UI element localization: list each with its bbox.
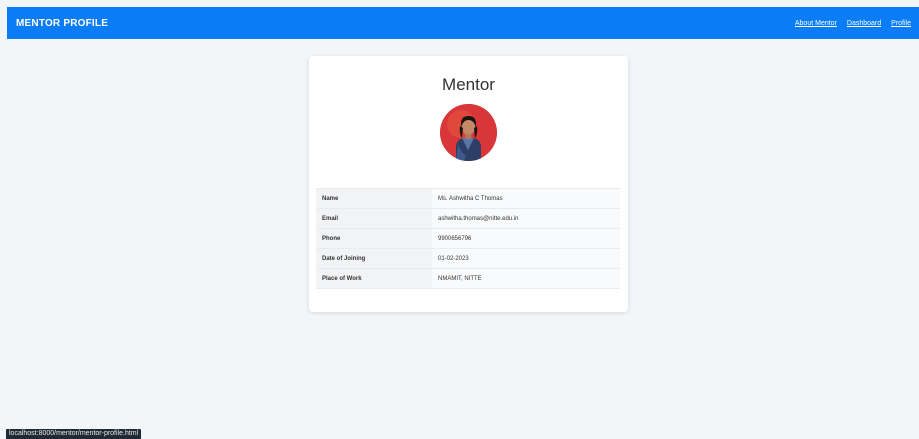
- row-label: Date of Joining: [316, 248, 432, 269]
- row-label: Name: [316, 188, 432, 209]
- row-value: NMAMIT, NITTE: [432, 268, 620, 289]
- card-title: Mentor: [442, 75, 495, 94]
- nav-link-dashboard[interactable]: Dashboard: [847, 20, 881, 27]
- table-row: Phone 9900656796: [316, 228, 620, 249]
- avatar: [440, 104, 497, 161]
- browser-status-url: localhost:8000/mentor/mentor-profile.htm…: [6, 429, 142, 439]
- row-label: Phone: [316, 228, 432, 249]
- table-row: Date of Joining 01-02-2023: [316, 248, 620, 269]
- row-label: Place of Work: [316, 268, 432, 289]
- mentor-profile-card: Mentor Name Ms. Ashwitha C Thomas Email …: [309, 56, 628, 312]
- table-row: Place of Work NMAMIT, NITTE: [316, 268, 620, 289]
- row-value: ashwitha.thomas@nitte.edu.in: [432, 208, 620, 229]
- table-row: Name Ms. Ashwitha C Thomas: [316, 188, 620, 209]
- nav-link-about-mentor[interactable]: About Mentor: [795, 20, 837, 27]
- row-label: Email: [316, 208, 432, 229]
- table-row: Email ashwitha.thomas@nitte.edu.in: [316, 208, 620, 229]
- row-value: Ms. Ashwitha C Thomas: [432, 188, 620, 209]
- nav-links: About Mentor Dashboard Profile: [795, 20, 911, 27]
- top-navbar: MENTOR PROFILE About Mentor Dashboard Pr…: [7, 7, 919, 39]
- mentor-photo: [440, 104, 497, 161]
- nav-link-profile[interactable]: Profile: [891, 20, 911, 27]
- mentor-details-table: Name Ms. Ashwitha C Thomas Email ashwith…: [316, 188, 620, 289]
- row-value: 9900656796: [432, 228, 620, 249]
- brand-title: MENTOR PROFILE: [16, 17, 109, 29]
- row-value: 01-02-2023: [432, 248, 620, 269]
